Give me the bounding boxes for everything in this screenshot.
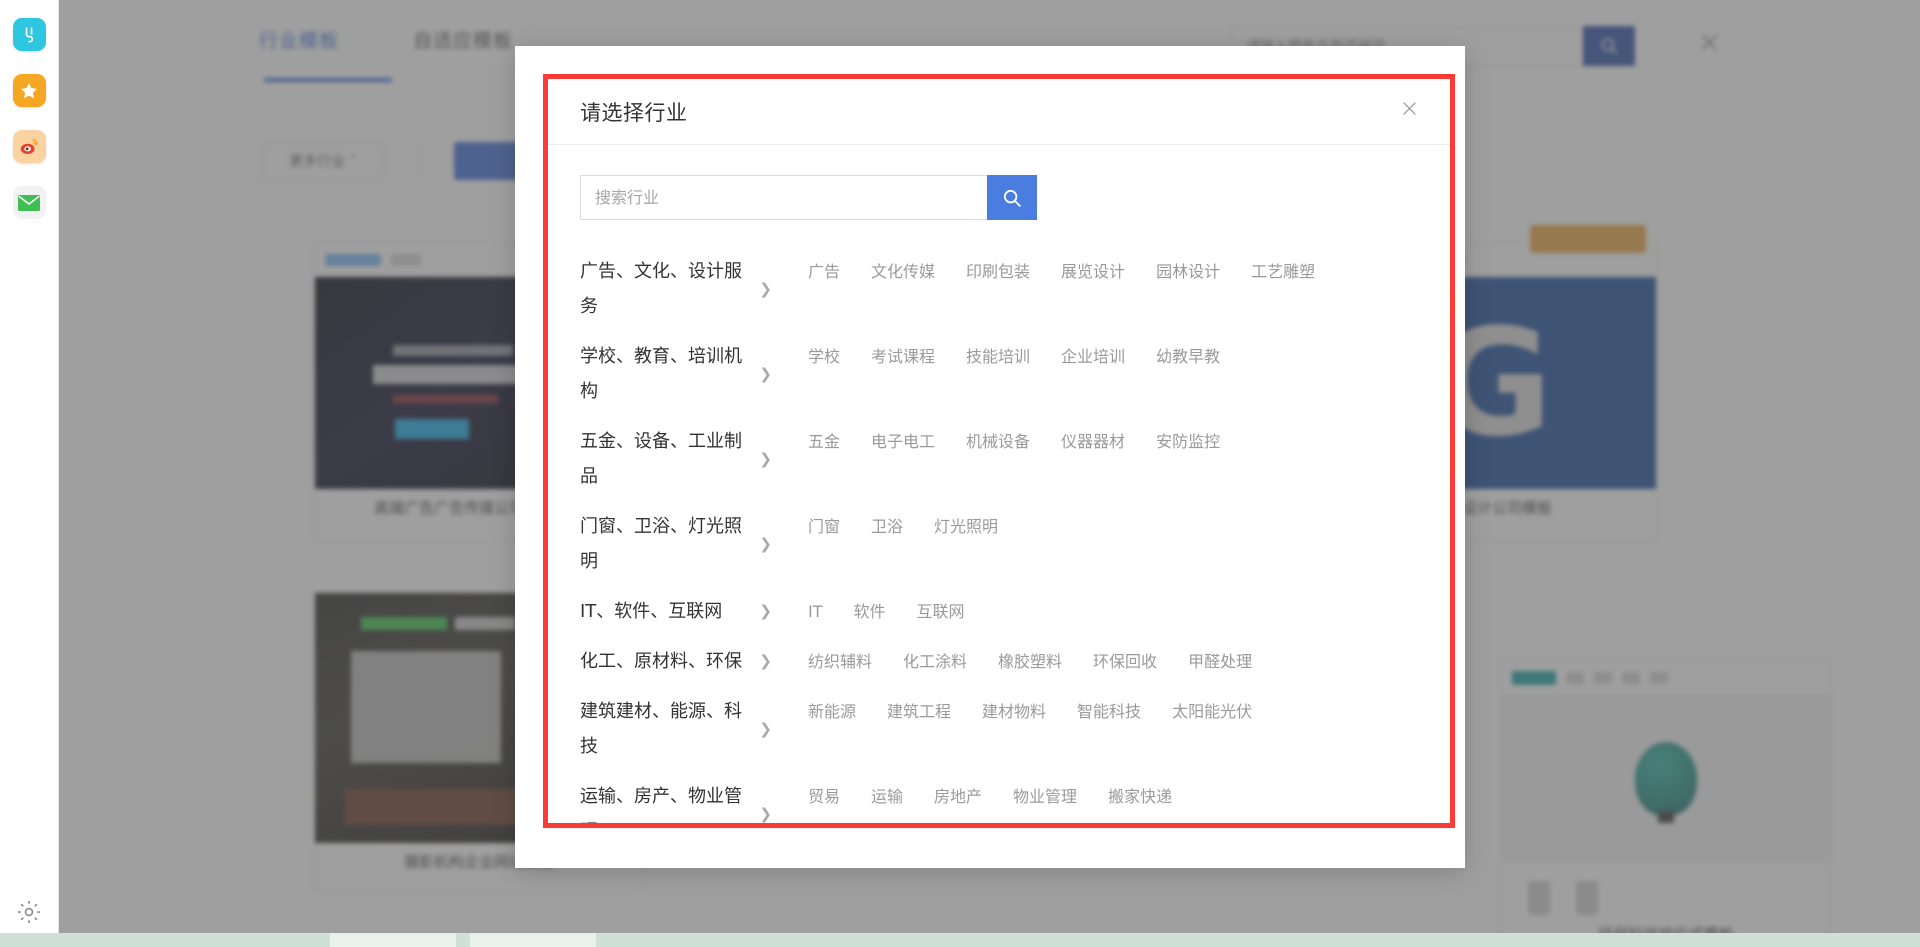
industry-category-row: 建筑建材、能源、科技❯新能源建筑工程建材物料智能科技太阳能光伏 xyxy=(580,694,1418,764)
industry-subcategory-item[interactable]: 环保回收 xyxy=(1093,644,1157,679)
industry-subcategory-item[interactable]: 企业培训 xyxy=(1061,339,1125,374)
chevron-right-icon: ❯ xyxy=(759,797,772,824)
industry-subcategory-item[interactable]: 印刷包装 xyxy=(966,254,1030,289)
screen: 行业模板 自适应模板 更多行业 ˅ 请输入模板名称或编号 × xyxy=(0,0,1920,947)
industry-category-label: 门窗、卫浴、灯光照明 xyxy=(580,509,753,579)
industry-category-main[interactable]: 广告、文化、设计服务❯ xyxy=(580,254,780,324)
gear-icon[interactable] xyxy=(16,899,42,925)
industry-category-main[interactable]: 化工、原材料、环保 ❯ xyxy=(580,644,780,679)
industry-subcategory-item[interactable]: 建筑工程 xyxy=(887,694,951,729)
industry-subcategory-item[interactable]: 橡胶塑料 xyxy=(998,644,1062,679)
industry-subcategory-item[interactable]: 五金 xyxy=(808,424,840,459)
modal-body: 广告、文化、设计服务❯广告文化传媒印刷包装展览设计园林设计工艺雕塑学校、教育、培… xyxy=(548,145,1450,823)
chevron-right-icon: ❯ xyxy=(759,442,772,477)
industry-subcategory-item[interactable]: 学校 xyxy=(808,339,840,374)
industry-subcategory-item[interactable]: 技能培训 xyxy=(966,339,1030,374)
search-input[interactable] xyxy=(580,175,987,220)
chevron-right-icon: ❯ xyxy=(759,527,772,562)
industry-subcategory-group: 贸易运输房地产物业管理搬家快递 xyxy=(780,779,1203,814)
industry-subcategory-item[interactable]: 互联网 xyxy=(917,594,965,629)
industry-subcategory-item[interactable]: 软件 xyxy=(854,594,886,629)
industry-subcategory-item[interactable]: 灯光照明 xyxy=(934,509,998,544)
industry-category-row: 运输、房产、物业管理❯贸易运输房地产物业管理搬家快递 xyxy=(580,779,1418,823)
chevron-right-icon: ❯ xyxy=(759,357,772,392)
industry-category-label: 五金、设备、工业制品 xyxy=(580,424,753,494)
launcher-rail xyxy=(0,0,59,947)
industry-subcategory-item[interactable]: 运输 xyxy=(871,779,903,814)
mail-icon[interactable] xyxy=(13,186,46,219)
industry-subcategory-item[interactable]: 房地产 xyxy=(934,779,982,814)
industry-subcategory-item[interactable]: IT xyxy=(808,594,823,629)
industry-subcategory-group: 新能源建筑工程建材物料智能科技太阳能光伏 xyxy=(780,694,1283,729)
industry-category-list: 广告、文化、设计服务❯广告文化传媒印刷包装展览设计园林设计工艺雕塑学校、教育、培… xyxy=(580,254,1418,823)
industry-subcategory-item[interactable]: 太阳能光伏 xyxy=(1172,694,1252,729)
industry-subcategory-item[interactable]: 广告 xyxy=(808,254,840,289)
industry-subcategory-item[interactable]: 机械设备 xyxy=(966,424,1030,459)
industry-category-label: 化工、原材料、环保 xyxy=(580,644,742,679)
industry-subcategory-group: 门窗卫浴灯光照明 xyxy=(780,509,1029,544)
weibo-icon[interactable] xyxy=(13,130,46,163)
favorites-star-icon[interactable] xyxy=(13,74,46,107)
industry-subcategory-item[interactable]: 幼教早教 xyxy=(1156,339,1220,374)
industry-subcategory-item[interactable]: 化工涂料 xyxy=(903,644,967,679)
chevron-right-icon: ❯ xyxy=(759,594,772,629)
chevron-right-icon: ❯ xyxy=(759,644,772,679)
industry-subcategory-item[interactable]: 考试课程 xyxy=(871,339,935,374)
industry-category-label: 运输、房产、物业管理 xyxy=(580,779,753,823)
industry-subcategory-group: 学校考试课程技能培训企业培训幼教早教 xyxy=(780,339,1251,374)
taskbar-item[interactable] xyxy=(470,933,596,947)
industry-subcategory-item[interactable]: 门窗 xyxy=(808,509,840,544)
industry-category-main[interactable]: 学校、教育、培训机构❯ xyxy=(580,339,780,409)
industry-category-row: 化工、原材料、环保❯纺织辅料化工涂料橡胶塑料环保回收甲醛处理 xyxy=(580,644,1418,679)
chevron-right-icon: ❯ xyxy=(759,272,772,307)
industry-subcategory-group: 纺织辅料化工涂料橡胶塑料环保回收甲醛处理 xyxy=(780,644,1283,679)
industry-subcategory-item[interactable]: 智能科技 xyxy=(1077,694,1141,729)
industry-category-row: IT、软件、互联网 ❯ IT 软件互联网 xyxy=(580,594,1418,629)
industry-category-main[interactable]: 五金、设备、工业制品❯ xyxy=(580,424,780,494)
close-icon[interactable] xyxy=(1394,93,1424,123)
industry-subcategory-item[interactable]: 搬家快递 xyxy=(1108,779,1172,814)
industry-subcategory-item[interactable]: 仪器器材 xyxy=(1061,424,1125,459)
chevron-right-icon: ❯ xyxy=(759,712,772,747)
industry-subcategory-item[interactable]: 纺织辅料 xyxy=(808,644,872,679)
modal-title: 请选择行业 xyxy=(580,97,688,127)
industry-subcategory-item[interactable]: 文化传媒 xyxy=(871,254,935,289)
industry-category-row: 五金、设备、工业制品❯五金电子电工机械设备仪器器材安防监控 xyxy=(580,424,1418,494)
industry-subcategory-item[interactable]: 工艺雕塑 xyxy=(1251,254,1315,289)
industry-subcategory-item[interactable]: 展览设计 xyxy=(1061,254,1125,289)
industry-category-main[interactable]: IT、软件、互联网 ❯ xyxy=(580,594,780,629)
industry-category-row: 门窗、卫浴、灯光照明❯门窗卫浴灯光照明 xyxy=(580,509,1418,579)
industry-category-label: 学校、教育、培训机构 xyxy=(580,339,753,409)
industry-subcategory-item[interactable]: 园林设计 xyxy=(1156,254,1220,289)
industry-subcategory-item[interactable]: 物业管理 xyxy=(1013,779,1077,814)
search-button[interactable] xyxy=(987,175,1037,220)
industry-subcategory-group: 五金电子电工机械设备仪器器材安防监控 xyxy=(780,424,1251,459)
industry-select-modal: 请选择行业 广告、文化、设计服务❯广告文化传媒印刷包装展览设计园林设计工艺雕塑学… xyxy=(543,74,1455,828)
industry-subcategory-item[interactable]: 新能源 xyxy=(808,694,856,729)
taskbar xyxy=(0,933,1920,947)
tieba-icon[interactable] xyxy=(13,18,46,51)
modal-header: 请选择行业 xyxy=(548,79,1450,145)
industry-category-row: 广告、文化、设计服务❯广告文化传媒印刷包装展览设计园林设计工艺雕塑 xyxy=(580,254,1418,324)
taskbar-item[interactable] xyxy=(330,933,456,947)
industry-category-main[interactable]: 门窗、卫浴、灯光照明❯ xyxy=(580,509,780,579)
industry-category-main[interactable]: 建筑建材、能源、科技❯ xyxy=(580,694,780,764)
industry-subcategory-item[interactable]: 甲醛处理 xyxy=(1188,644,1252,679)
industry-category-main[interactable]: 运输、房产、物业管理❯ xyxy=(580,779,780,823)
industry-subcategory-item[interactable]: 电子电工 xyxy=(871,424,935,459)
industry-search-row xyxy=(580,175,1418,220)
industry-category-label: 建筑建材、能源、科技 xyxy=(580,694,753,764)
industry-category-row: 学校、教育、培训机构❯学校考试课程技能培训企业培训幼教早教 xyxy=(580,339,1418,409)
industry-subcategory-item[interactable]: 贸易 xyxy=(808,779,840,814)
industry-subcategory-item[interactable]: 卫浴 xyxy=(871,509,903,544)
industry-subcategory-item[interactable]: 安防监控 xyxy=(1156,424,1220,459)
industry-subcategory-group: IT 软件互联网 xyxy=(780,594,996,629)
industry-subcategory-group: 广告文化传媒印刷包装展览设计园林设计工艺雕塑 xyxy=(780,254,1346,289)
industry-subcategory-item[interactable]: 建材物料 xyxy=(982,694,1046,729)
industry-category-label: 广告、文化、设计服务 xyxy=(580,254,753,324)
industry-category-label: IT、软件、互联网 xyxy=(580,594,722,629)
